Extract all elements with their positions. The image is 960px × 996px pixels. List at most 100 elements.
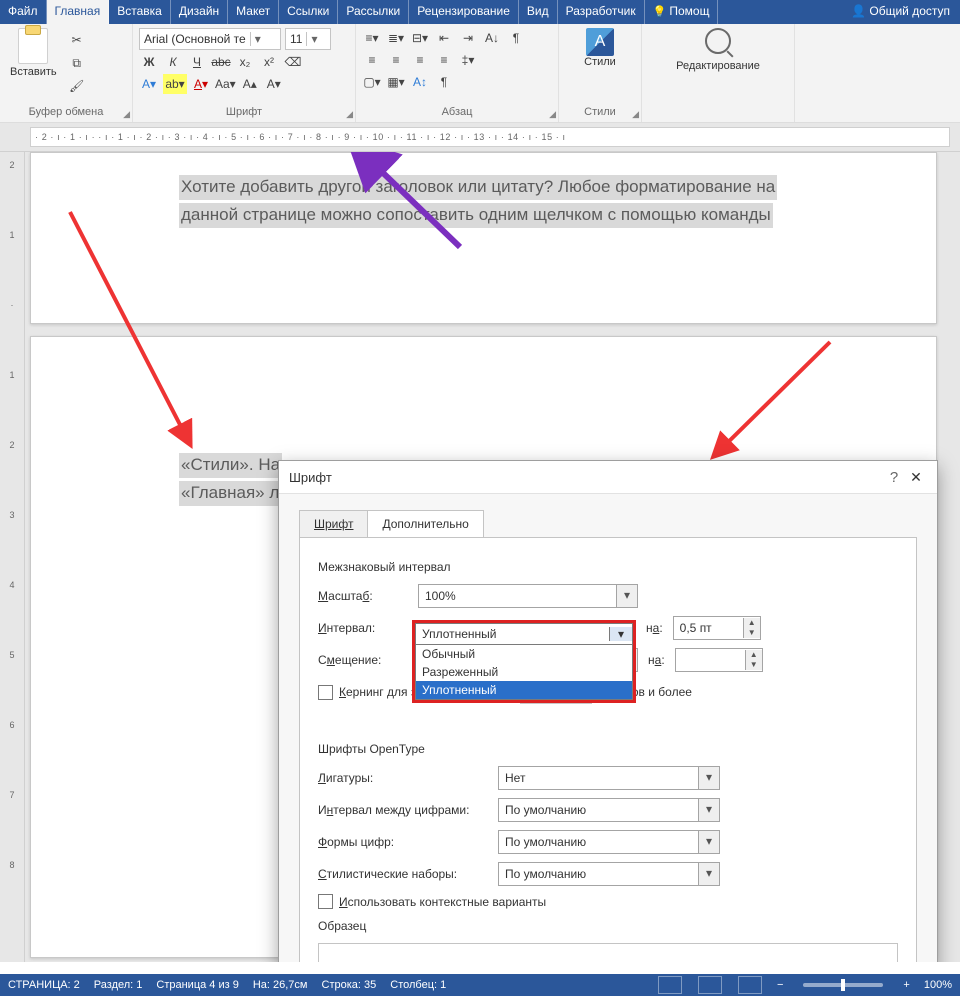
multilevel-button[interactable]: ⊟▾ (410, 28, 430, 48)
numbering-button[interactable]: ≣▾ (386, 28, 406, 48)
align-left-button[interactable]: ≡ (362, 50, 382, 70)
change-case-button[interactable]: Aa▾ (215, 74, 236, 94)
tab-insert[interactable]: Вставка (109, 0, 171, 24)
bullets-button[interactable]: ≡▾ (362, 28, 382, 48)
show-marks-button[interactable]: ¶ (506, 28, 526, 48)
group-clipboard-label: Буфер обмена (6, 104, 126, 118)
tab-help[interactable]: Помощ (645, 0, 719, 24)
tab-file[interactable]: Файл (0, 0, 47, 24)
position-label: Смещение: (318, 653, 408, 667)
status-page-of[interactable]: Страница 4 из 9 (156, 979, 238, 991)
clear-format-button[interactable]: ⌫ (283, 52, 303, 72)
close-icon[interactable]: ✕ (905, 469, 927, 486)
group-font: Arial (Основной те▾ 11▾ Ж К Ч abc x₂ x² … (133, 24, 356, 122)
align-center-button[interactable]: ≡ (386, 50, 406, 70)
help-icon[interactable]: ? (883, 469, 905, 486)
format-painter-button[interactable]: 🖌 (67, 76, 87, 96)
zoom-in-button[interactable]: + (903, 979, 909, 991)
clipboard-dialog-launcher[interactable]: ◢ (123, 109, 130, 120)
superscript-button[interactable]: x² (259, 52, 279, 72)
dialog-titlebar: Шрифт ? ✕ (279, 461, 937, 494)
tab-design[interactable]: Дизайн (171, 0, 228, 24)
status-page[interactable]: СТРАНИЦА: 2 (8, 979, 80, 991)
horizontal-ruler[interactable]: · 2 · ı · 1 · ı · · ı · 1 · ı · 2 · ı · … (0, 123, 960, 152)
shading-button[interactable]: ▢▾ (362, 72, 382, 92)
doc-line-2[interactable]: данной странице можно сопоставить одним … (179, 203, 773, 228)
status-col[interactable]: Столбец: 1 (390, 979, 446, 991)
share-button[interactable]: 👤 Общий доступ (841, 0, 960, 24)
ribbon-body: Вставить ✂ ⧉ 🖌 Буфер обмена ◢ Arial (Осн… (0, 24, 960, 123)
view-read-button[interactable] (658, 976, 682, 994)
interval-option-normal[interactable]: Обычный (416, 645, 632, 663)
tab-developer[interactable]: Разработчик (558, 0, 645, 24)
interval-option-condensed[interactable]: Уплотненный (416, 681, 632, 699)
paste-button[interactable]: Вставить (6, 28, 61, 96)
shrink-font-button[interactable]: A▾ (264, 74, 284, 94)
vertical-ruler[interactable]: 21·12345678 (0, 152, 25, 962)
zoom-out-button[interactable]: − (777, 979, 783, 991)
tab-review[interactable]: Рецензирование (409, 0, 519, 24)
numspacing-combo[interactable]: По умолчанию▾ (498, 798, 720, 822)
tab-home[interactable]: Главная (47, 0, 110, 24)
spin-up-icon[interactable]: ▲ (744, 618, 760, 628)
font-size-combo[interactable]: 11▾ (285, 28, 331, 50)
spin-down-icon[interactable]: ▼ (746, 660, 762, 670)
zoom-value[interactable]: 100% (924, 979, 952, 991)
spin-down-icon[interactable]: ▼ (744, 628, 760, 638)
strikethrough-button[interactable]: abc (211, 52, 231, 72)
interval-by-spin[interactable]: 0,5 пт▲▼ (673, 616, 761, 640)
editing-button-label[interactable]: Редактирование (676, 60, 760, 72)
copy-button[interactable]: ⧉ (67, 53, 87, 73)
justify-button[interactable]: ≡ (434, 50, 454, 70)
font-color-button[interactable]: A▾ (191, 74, 211, 94)
font-name-combo[interactable]: Arial (Основной те▾ (139, 28, 281, 50)
context-checkbox[interactable]: Использовать контекстные варианты (318, 894, 546, 909)
status-at[interactable]: На: 26,7см (253, 979, 308, 991)
indent-button[interactable]: ⇥ (458, 28, 478, 48)
underline-button[interactable]: Ч (187, 52, 207, 72)
doc-line-1[interactable]: Хотите добавить другой заголовок или цит… (179, 175, 777, 200)
doc-line-3[interactable]: «Стили». На (179, 453, 282, 478)
status-section[interactable]: Раздел: 1 (94, 979, 143, 991)
bold-button[interactable]: Ж (139, 52, 159, 72)
align-right-button[interactable]: ≡ (410, 50, 430, 70)
paragraph-dialog-launcher[interactable]: ◢ (549, 109, 556, 120)
spin-up-icon[interactable]: ▲ (746, 650, 762, 660)
tab-font-page[interactable]: Шрифт (299, 510, 368, 537)
search-icon[interactable] (705, 28, 731, 54)
sort-button[interactable]: A↓ (482, 28, 502, 48)
ribbon-tabs: Файл Главная Вставка Дизайн Макет Ссылки… (0, 0, 960, 24)
borders-button[interactable]: ▦▾ (386, 72, 406, 92)
italic-button[interactable]: К (163, 52, 183, 72)
view-web-button[interactable] (738, 976, 762, 994)
zoom-slider[interactable] (803, 983, 883, 987)
outdent-button[interactable]: ⇤ (434, 28, 454, 48)
line-spacing-button[interactable]: ‡▾ (458, 50, 478, 70)
view-print-button[interactable] (698, 976, 722, 994)
font-dialog-launcher[interactable]: ◢ (346, 109, 353, 120)
ligatures-combo[interactable]: Нет▾ (498, 766, 720, 790)
doc-line-4[interactable]: «Главная» л (179, 481, 281, 506)
numforms-combo[interactable]: По умолчанию▾ (498, 830, 720, 854)
interval-combo[interactable]: Уплотненный ▾ (415, 623, 633, 645)
stylesets-combo[interactable]: По умолчанию▾ (498, 862, 720, 886)
scale-combo[interactable]: 100%▾ (418, 584, 638, 608)
position-by-spin[interactable]: ▲▼ (675, 648, 763, 672)
tab-mailings[interactable]: Рассылки (338, 0, 409, 24)
pilcrow-button[interactable]: ¶ (434, 72, 454, 92)
highlight-button[interactable]: ab▾ (163, 74, 187, 94)
styles-dialog-launcher[interactable]: ◢ (632, 109, 639, 120)
cut-button[interactable]: ✂ (67, 30, 87, 50)
share-label: Общий доступ (869, 4, 950, 18)
tab-references[interactable]: Ссылки (279, 0, 338, 24)
tab-advanced-page[interactable]: Дополнительно (367, 510, 483, 537)
grow-font-button[interactable]: A▴ (240, 74, 260, 94)
text-effects-button[interactable]: A▾ (139, 74, 159, 94)
tab-view[interactable]: Вид (519, 0, 558, 24)
tab-layout[interactable]: Макет (228, 0, 279, 24)
subscript-button[interactable]: x₂ (235, 52, 255, 72)
status-line[interactable]: Строка: 35 (322, 979, 377, 991)
sort-az-button[interactable]: A↕ (410, 72, 430, 92)
styles-icon[interactable]: A (586, 28, 614, 56)
interval-option-expanded[interactable]: Разреженный (416, 663, 632, 681)
